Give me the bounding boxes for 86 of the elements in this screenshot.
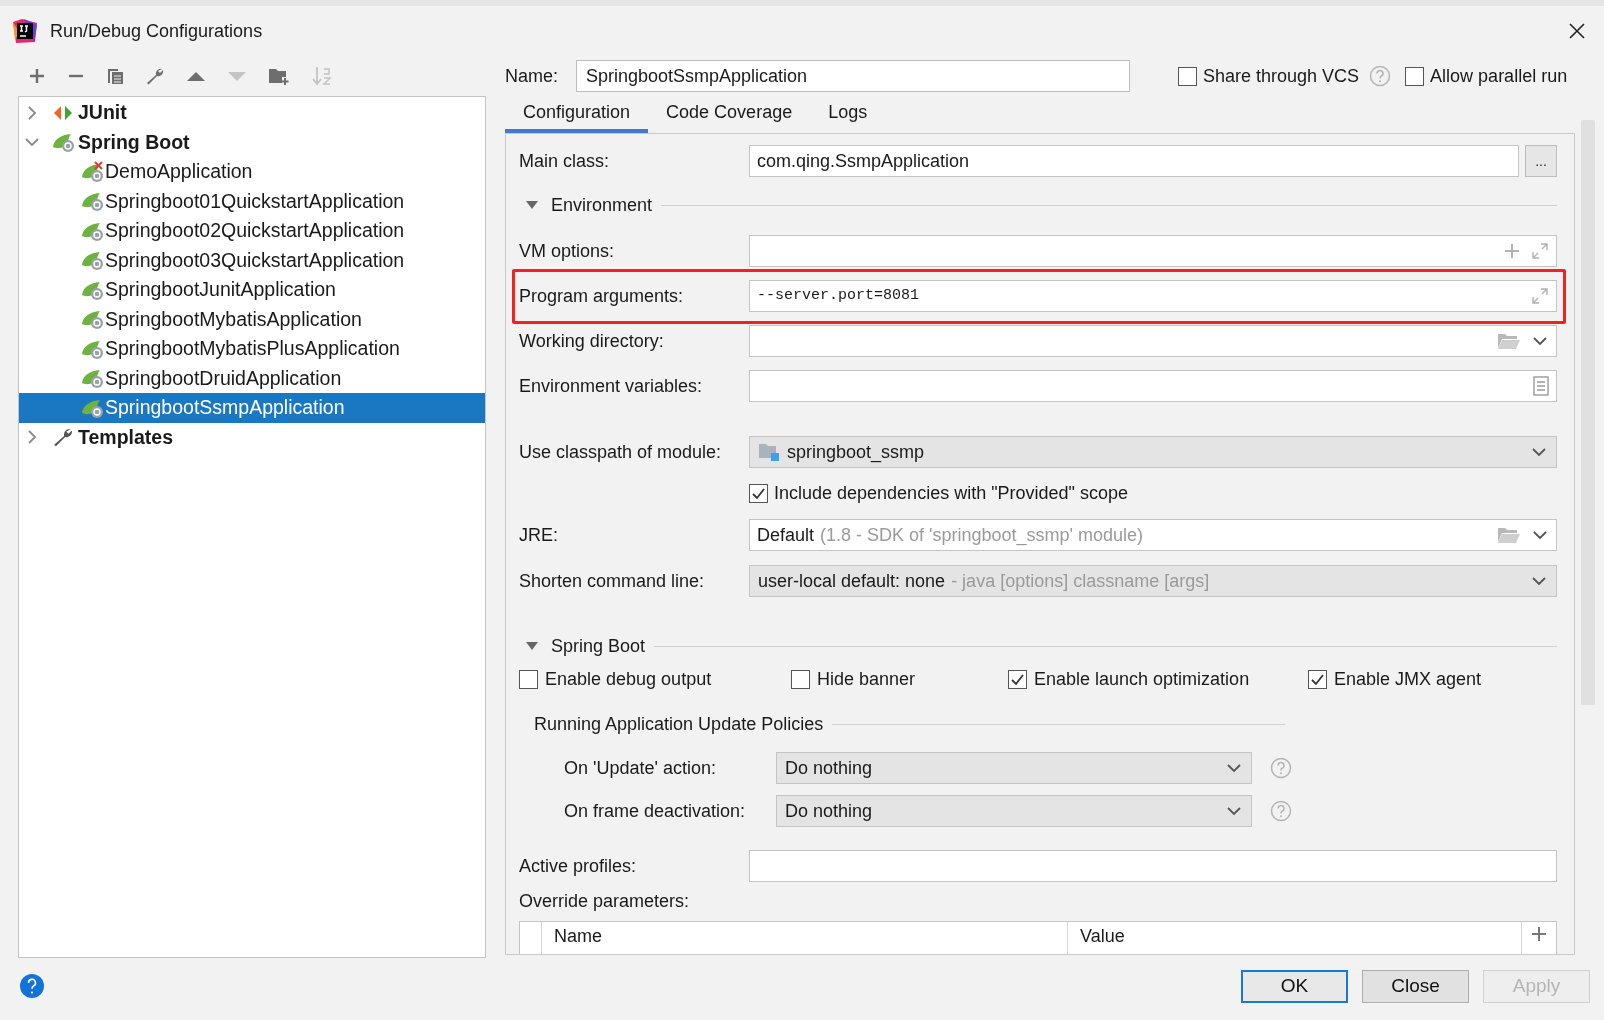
tree-item[interactable]: SpringbootMybatisPlusApplication: [19, 334, 485, 364]
tab[interactable]: Logs: [810, 95, 886, 133]
dropdown[interactable]: Do nothing: [776, 795, 1252, 827]
checkbox[interactable]: [1008, 669, 1027, 689]
field-label: On 'Update' action:: [564, 756, 717, 780]
field-label: Name:: [505, 64, 559, 88]
field-label: Active profiles:: [519, 854, 638, 878]
move-up-icon[interactable]: [186, 69, 206, 83]
close-icon[interactable]: [1568, 22, 1586, 40]
section-title: Spring Boot: [551, 634, 646, 658]
dropdown-value: user-local default: none: [758, 569, 946, 593]
tree-item[interactable]: Templates: [19, 422, 485, 452]
dropdown-hint: - java [options] classname [args]: [951, 569, 1210, 593]
leaf-gear-icon: [81, 190, 105, 213]
app-logo-icon: [12, 18, 38, 44]
dropdown[interactable]: Default (1.8 - SDK of 'springboot_ssmp' module): [749, 519, 1557, 551]
checkbox-label: Enable launch optimization: [1034, 667, 1250, 691]
collapse-arrow-icon[interactable]: [525, 200, 539, 210]
section-title: Running Application Update Policies: [534, 712, 824, 736]
checkbox[interactable]: [791, 669, 810, 689]
dropdown-hint: (1.8 - SDK of 'springboot_ssmp' module): [820, 523, 1144, 548]
module-icon: [758, 442, 780, 462]
field-label: Main class:: [519, 149, 611, 173]
checkbox[interactable]: [519, 669, 538, 689]
field-label: Working directory:: [519, 329, 665, 353]
field-label: Use classpath of module:: [519, 440, 723, 464]
leaf-gear-icon: [81, 308, 105, 331]
text-field[interactable]: com.qing.SsmpApplication: [749, 145, 1519, 177]
checkbox-label: Share through VCS: [1203, 64, 1360, 88]
field-label: Shorten command line:: [519, 569, 706, 593]
column-header: Name: [542, 922, 1068, 954]
checkbox-label: Allow parallel run: [1430, 64, 1568, 88]
dropdown[interactable]: Do nothing: [776, 752, 1252, 784]
help-icon[interactable]: [20, 974, 44, 998]
tree-item[interactable]: Springboot02QuickstartApplication: [19, 216, 485, 246]
checkbox-label: Hide banner: [817, 667, 916, 691]
leaf-gear-icon: [81, 367, 105, 390]
tab[interactable]: Code Coverage: [648, 95, 811, 133]
field-label: Program arguments:: [519, 284, 685, 308]
text-field[interactable]: [749, 325, 1557, 357]
dropdown[interactable]: user-local default: none - java [options] classname [args]: [749, 565, 1557, 597]
tree-item[interactable]: Springboot03QuickstartApplication: [19, 245, 485, 275]
new-folder-icon[interactable]: [268, 66, 290, 86]
tree-item[interactable]: JUnit: [19, 98, 485, 128]
checkbox[interactable]: [1308, 669, 1327, 689]
text-field[interactable]: [749, 370, 1557, 402]
checkbox[interactable]: [1178, 66, 1197, 86]
checkbox-label: Enable JMX agent: [1334, 667, 1482, 691]
field-label: On frame deactivation:: [564, 799, 747, 823]
field-label: Override parameters:: [519, 889, 690, 913]
tab[interactable]: Configuration: [505, 95, 649, 133]
tree-item[interactable]: SpringbootMybatisApplication: [19, 304, 485, 334]
leaf-gear-icon: [81, 249, 105, 272]
tree-item[interactable]: Springboot01QuickstartApplication: [19, 186, 485, 216]
text-field[interactable]: --server.port=8081: [749, 280, 1557, 312]
tree-item[interactable]: DemoApplication: [19, 157, 485, 187]
add-icon[interactable]: [28, 67, 46, 85]
dropdown-value: Do nothing: [785, 799, 873, 823]
tree-item[interactable]: Spring Boot: [19, 127, 485, 157]
wrench-icon[interactable]: [145, 66, 165, 86]
dialog-button[interactable]: Close: [1362, 969, 1469, 1003]
dropdown-value: Do nothing: [785, 756, 873, 780]
checkbox[interactable]: [749, 483, 768, 503]
browse-button[interactable]: ...: [1525, 145, 1557, 177]
dialog-button[interactable]: OK: [1241, 969, 1348, 1003]
text-field[interactable]: [749, 850, 1557, 882]
section-title: Environment: [551, 193, 653, 217]
checkbox[interactable]: [1405, 66, 1425, 86]
name-field[interactable]: SpringbootSsmpApplication: [576, 60, 1130, 92]
dropdown-value: springboot_ssmp: [787, 440, 925, 465]
column-header: Value: [1068, 922, 1522, 954]
leaf-gear-icon: [52, 131, 76, 154]
dropdown[interactable]: springboot_ssmp: [749, 436, 1557, 468]
field-value: --server.port=8081: [757, 285, 920, 306]
field-label: JRE:: [519, 523, 559, 547]
collapse-arrow-icon[interactable]: [525, 641, 539, 651]
dropdown-value: Default: [757, 523, 815, 547]
copy-icon[interactable]: [106, 67, 124, 85]
tree-item[interactable]: SpringbootSsmpApplication: [19, 393, 485, 423]
tree-item[interactable]: SpringbootDruidApplication: [19, 363, 485, 393]
checkbox-label: Include dependencies with "Provided" scope: [774, 481, 1128, 505]
field-label: VM options:: [519, 239, 616, 263]
checkbox-label: Enable debug output: [545, 667, 712, 691]
window-title: Run/Debug Configurations: [50, 19, 263, 43]
tree-item[interactable]: SpringbootJunitApplication: [19, 275, 485, 305]
field-label: Environment variables:: [519, 374, 704, 398]
